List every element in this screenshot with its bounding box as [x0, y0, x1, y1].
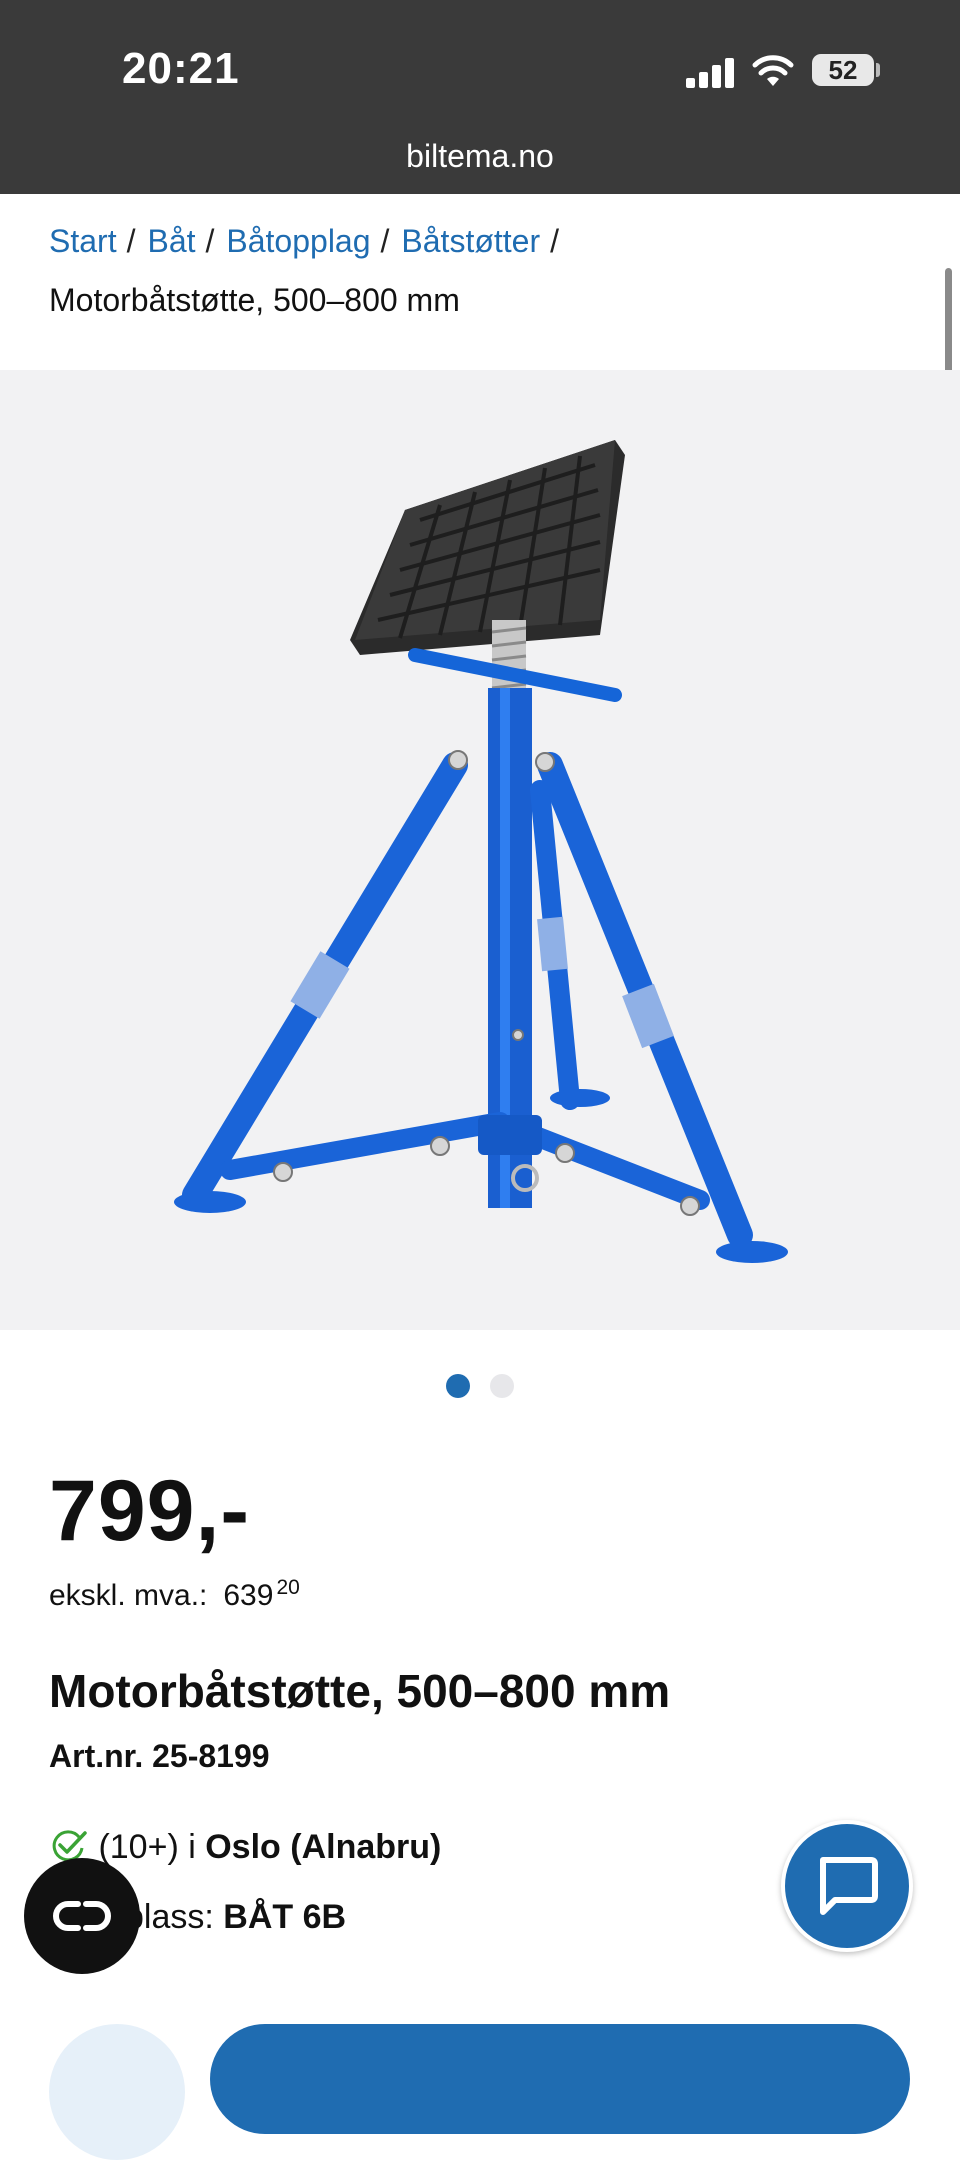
chat-button[interactable] — [781, 1820, 913, 1952]
add-to-cart-button[interactable] — [210, 2024, 910, 2134]
breadcrumb-separator: / — [550, 223, 559, 259]
wishlist-button[interactable] — [49, 2024, 185, 2160]
co-icon — [53, 1901, 111, 1931]
breadcrumb: Start / Båt / Båtopplag / Båtstøtter / — [49, 218, 571, 264]
check-icon — [52, 1830, 87, 1862]
product-price: 799,- — [49, 1463, 251, 1559]
article-number: Art.nr. 25-8199 — [49, 1738, 270, 1774]
battery-nub — [876, 63, 880, 77]
breadcrumb-bat[interactable]: Båt — [147, 223, 195, 259]
product-image — [174, 440, 788, 1263]
breadcrumb-separator: / — [205, 223, 215, 259]
stock-store[interactable]: Oslo (Alnabru) — [205, 1828, 441, 1866]
address-bar-url[interactable]: biltema.no — [0, 138, 960, 175]
product-title: Motorbåtstøtte, 500–800 mm — [49, 1665, 671, 1717]
excl-vat-label: ekskl. mva.: — [49, 1579, 208, 1612]
clock: 20:21 — [122, 44, 240, 93]
excl-vat-cents: 20 — [276, 1576, 300, 1599]
gallery-dot-1[interactable] — [446, 1374, 470, 1398]
breadcrumb-current: Motorbåtstøtte, 500–800 mm — [49, 282, 460, 318]
breadcrumb-batstotter[interactable]: Båtstøtter — [401, 223, 540, 259]
breadcrumb-separator: / — [126, 223, 136, 259]
excl-vat-amount: 639 — [223, 1579, 274, 1612]
breadcrumb-separator: / — [380, 223, 390, 259]
chat-bubble-icon — [820, 1857, 878, 1915]
gallery-dot-2[interactable] — [490, 1374, 514, 1398]
co-button[interactable] — [24, 1858, 140, 1974]
wifi-icon — [752, 55, 794, 86]
stock-count: (10+) i — [98, 1828, 196, 1866]
price-excl-vat: ekskl. mva.: 639 20 — [49, 1576, 300, 1613]
gallery-pagination — [0, 1374, 960, 1400]
product-image-gallery[interactable] — [0, 370, 960, 1330]
breadcrumb-start[interactable]: Start — [49, 223, 117, 259]
signal-icon — [686, 58, 738, 88]
breadcrumb-batopplag[interactable]: Båtopplag — [226, 223, 370, 259]
stock-status[interactable]: (10+) i Oslo (Alnabru) — [49, 1828, 441, 1867]
shelf-value: BÅT 6B — [223, 1898, 347, 1936]
status-bar: 20:21 52 biltema.no — [0, 0, 960, 194]
battery-indicator: 52 — [812, 54, 874, 86]
